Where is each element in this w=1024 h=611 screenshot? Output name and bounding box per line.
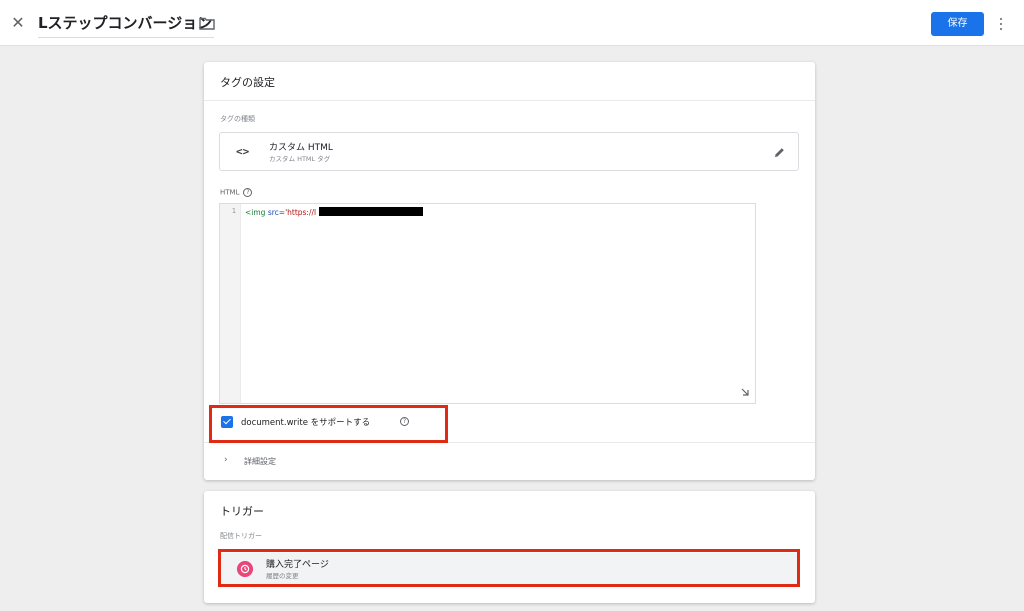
line-number: 1: [231, 207, 236, 215]
top-bar: ✕ Lステップコンバージョン 保存: [0, 0, 1024, 46]
divider: [204, 100, 815, 101]
html-label: HTML?: [220, 188, 253, 197]
help-icon[interactable]: ?: [243, 188, 253, 197]
tag-config-card: タグの設定 タグの種類 <> カスタム HTML カスタム HTML タグ HT…: [204, 62, 815, 480]
more-vert-icon[interactable]: [993, 12, 1009, 36]
pencil-icon[interactable]: [773, 146, 786, 159]
help-icon[interactable]: ?: [400, 417, 409, 426]
advanced-settings-toggle[interactable]: › 詳細設定: [204, 442, 815, 480]
trigger-card: トリガー 配信トリガー 購入完了ページ 履歴の変更: [204, 491, 815, 603]
code-line[interactable]: <img src='https://l: [245, 207, 424, 217]
tag-type-selector[interactable]: <> カスタム HTML カスタム HTML タグ: [219, 132, 799, 171]
code-attr: src=: [265, 208, 286, 217]
code-string: 'https://l: [285, 208, 317, 217]
document-write-label[interactable]: document.write をサポートする: [241, 416, 370, 428]
tag-config-title: タグの設定: [220, 76, 275, 89]
close-icon[interactable]: ✕: [8, 13, 28, 33]
save-button[interactable]: 保存: [931, 12, 984, 36]
document-write-checkbox[interactable]: [221, 416, 233, 428]
folder-icon[interactable]: [199, 17, 215, 30]
tag-title[interactable]: Lステップコンバージョン: [38, 10, 212, 36]
firing-trigger-label: 配信トリガー: [220, 532, 262, 540]
resize-handle-icon[interactable]: [740, 387, 750, 397]
html-label-text: HTML: [220, 188, 240, 197]
html-code-editor[interactable]: 1 <img src='https://l: [219, 203, 756, 404]
tag-type-label: タグの種類: [220, 115, 255, 123]
chevron-right-icon: ›: [224, 455, 228, 465]
redacted-block: [319, 207, 424, 216]
code-tag: <img: [245, 208, 266, 217]
history-change-icon: [237, 561, 253, 577]
trigger-item[interactable]: 購入完了ページ 履歴の変更: [219, 553, 797, 585]
code-icon: <>: [236, 145, 250, 158]
trigger-title: トリガー: [220, 505, 264, 518]
title-field[interactable]: Lステップコンバージョン: [38, 10, 215, 38]
trigger-name: 購入完了ページ: [266, 560, 329, 570]
trigger-type: 履歴の変更: [266, 572, 299, 580]
tag-type-name: カスタム HTML: [269, 143, 333, 153]
line-gutter: 1: [220, 204, 241, 403]
tag-type-subtitle: カスタム HTML タグ: [269, 155, 331, 163]
advanced-settings-label: 詳細設定: [244, 457, 276, 466]
